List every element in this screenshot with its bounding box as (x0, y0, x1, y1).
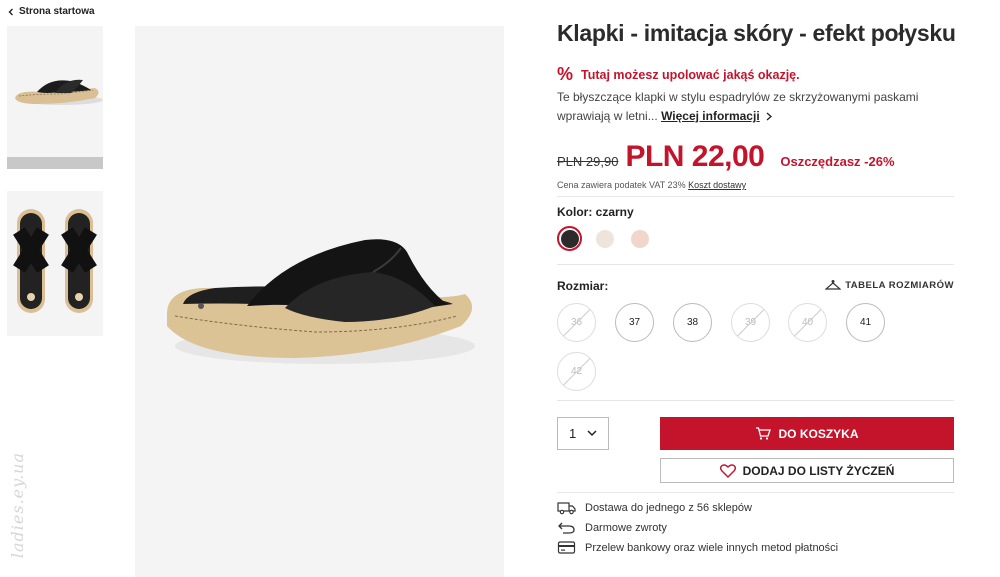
back-link-label: Strona startowa (19, 6, 95, 17)
product-description: Te błyszczące klapki w stylu espadrylów … (557, 88, 954, 126)
size-option-36[interactable]: 36 (557, 303, 596, 342)
color-swatches (557, 226, 652, 251)
price-block: PLN 29,90 PLN 22,00 Oszczędzasz -26% (557, 140, 895, 174)
sandal-main-illustration (167, 239, 475, 364)
divider (557, 264, 954, 265)
size-value: 41 (859, 317, 872, 328)
chevron-down-icon (587, 430, 597, 437)
add-to-wishlist-label: DODAJ DO LISTY ŻYCZEŃ (742, 463, 895, 478)
heart-icon (719, 463, 736, 478)
product-main-image[interactable] (135, 26, 504, 577)
current-price: PLN 22,00 (625, 140, 765, 173)
promo-banner: % Tutaj możesz upolować jakąś okazję. (557, 64, 800, 85)
size-option-39[interactable]: 39 (731, 303, 770, 342)
watermark: ladies.ey.ua (8, 452, 27, 559)
thumbnail-active-bar (7, 157, 103, 169)
vat-text: Cena zawiera podatek VAT 23% (557, 180, 686, 190)
color-swatch-beige[interactable] (592, 226, 617, 251)
size-label: Rozmiar: (557, 279, 609, 293)
size-value: 37 (628, 317, 641, 328)
color-swatch-black[interactable] (557, 226, 582, 251)
divider (557, 400, 954, 401)
more-info-link[interactable]: Więcej informacji (661, 109, 760, 123)
feature-text: Przelew bankowy oraz wiele innych metod … (585, 541, 839, 554)
size-table-link[interactable]: TABELA ROZMIARÓW (825, 280, 954, 291)
return-icon (558, 522, 575, 534)
size-option-38[interactable]: 38 (673, 303, 712, 342)
size-option-40[interactable]: 40 (788, 303, 827, 342)
feature-returns: Darmowe zwroty (557, 520, 667, 535)
vat-note: Cena zawiera podatek VAT 23% Koszt dosta… (557, 180, 746, 190)
promo-text: Tutaj możesz upolować jakąś okazję. (581, 67, 800, 82)
thumbnail-top-view[interactable] (7, 191, 103, 336)
add-to-cart-button[interactable]: DO KOSZYKA (660, 417, 954, 450)
size-table-label: TABELA ROZMIARÓW (845, 280, 954, 291)
divider (557, 196, 954, 197)
swatch-dot (630, 229, 649, 248)
savings-label: Oszczędzasz -26% (780, 154, 895, 169)
chevron-left-icon (8, 8, 13, 15)
thumbnail-side-view[interactable] (7, 26, 103, 169)
chevron-right-icon (766, 112, 772, 121)
card-icon (557, 541, 576, 554)
color-label: Kolor: czarny (557, 205, 634, 219)
size-value: 36 (570, 317, 583, 328)
sandal-top-thumbnail (13, 209, 97, 313)
feature-text: Darmowe zwroty (585, 521, 667, 534)
old-price: PLN 29,90 (557, 154, 619, 169)
size-value: 38 (686, 317, 699, 328)
add-to-wishlist-button[interactable]: DODAJ DO LISTY ŻYCZEŃ (660, 458, 954, 483)
size-option-41[interactable]: 41 (846, 303, 885, 342)
size-value: 39 (744, 317, 757, 328)
quantity-select[interactable]: 1 (557, 417, 609, 450)
swatch-dot (560, 229, 579, 248)
percent-icon: % (557, 64, 574, 84)
truck-icon (557, 502, 576, 515)
cart-icon (756, 427, 772, 440)
sandal-side-thumbnail (15, 79, 103, 105)
size-option-37[interactable]: 37 (615, 303, 654, 342)
hanger-icon (825, 280, 842, 290)
feature-delivery: Dostawa do jednego z 56 sklepów (557, 500, 752, 515)
color-swatch-pink[interactable] (627, 226, 652, 251)
add-to-cart-label: DO KOSZYKA (778, 426, 859, 441)
feature-payment: Przelew bankowy oraz wiele innych metod … (557, 540, 838, 555)
back-link[interactable]: Strona startowa (7, 6, 95, 17)
feature-text: Dostawa do jednego z 56 sklepów (585, 501, 752, 514)
shipping-cost-link[interactable]: Koszt dostawy (688, 180, 746, 190)
size-value: 42 (570, 366, 583, 377)
divider (557, 492, 954, 493)
swatch-dot (595, 229, 614, 248)
product-title: Klapki - imitacja skóry - efekt połysku (557, 20, 956, 46)
size-value: 40 (801, 317, 814, 328)
size-option-42[interactable]: 42 (557, 352, 596, 391)
quantity-value: 1 (569, 426, 577, 441)
